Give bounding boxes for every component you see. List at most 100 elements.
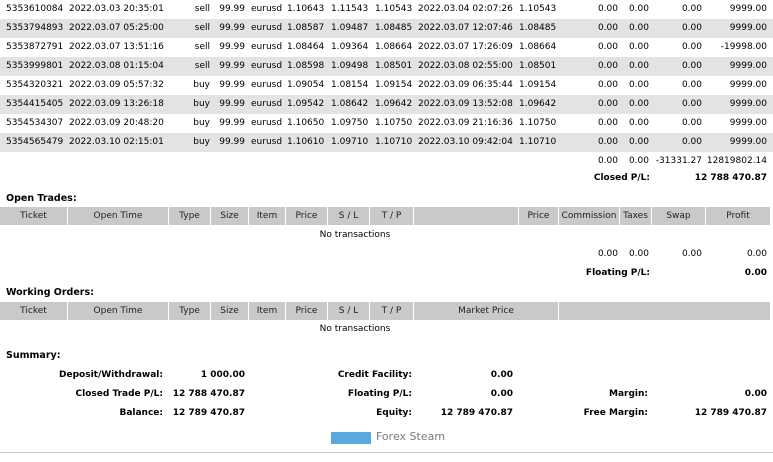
cell-stop-loss: 1.09364 [331,42,369,52]
cell-type: sell [194,23,210,33]
cell-taxes: 0.00 [628,4,649,14]
cell-profit: 9999.00 [729,137,767,147]
closed-pl-label: Closed P/L: [593,173,650,183]
cell-open-time: 2022.03.09 20:48:20 [69,118,164,128]
col-swap: Swap [652,207,706,225]
cell-ticket: 5353872791 [6,42,64,52]
col-commission: Commission [559,207,620,225]
table-row: 5353999801 2022.03.08 01:15:04 sell 99.99 eu… [0,57,773,76]
cell-item: eurusd [251,80,283,90]
working-orders-empty: No transactions [319,324,391,334]
cell-close-price: 1.09642 [519,99,557,109]
cell-swap: 0.00 [681,4,702,14]
total-swap: -31331.27 [655,156,702,166]
cell-ticket: 5354565479 [6,137,64,147]
cell-close-time: 2022.03.08 02:55:00 [418,61,513,71]
floating-pl-value: 0.00 [744,268,767,278]
cell-item: eurusd [251,4,283,14]
cell-take-profit: 1.09642 [375,99,413,109]
wo-col-type: Type [169,302,211,320]
credit-label: Credit Facility: [337,370,412,380]
cell-commission: 0.00 [597,42,618,52]
cell-size: 99.99 [219,118,245,128]
summary-floating-value: 0.00 [490,389,513,399]
deposit-label: Deposit/Withdrawal: [59,370,163,380]
cell-item: eurusd [251,137,283,147]
col-tp: T / P [370,207,414,225]
table-row: 5353794893 2022.03.07 05:25:00 sell 99.99 eu… [0,19,773,38]
free-margin-label: Free Margin: [583,408,648,418]
divider [0,452,773,453]
cell-item: eurusd [251,61,283,71]
cell-taxes: 0.00 [628,137,649,147]
wo-col-item: Item [249,302,286,320]
cell-close-time: 2022.03.09 21:16:36 [418,118,513,128]
cell-size: 99.99 [219,42,245,52]
cell-commission: 0.00 [597,23,618,33]
open-total-commission: 0.00 [597,249,618,259]
closed-totals-row: 0.00 0.00 -31331.27 12819802.14 [0,152,773,171]
cell-stop-loss: 1.09498 [331,61,369,71]
legend-label: Forex Steam [376,430,446,443]
cell-commission: 0.00 [597,99,618,109]
cell-take-profit: 1.10750 [375,118,413,128]
wo-col-sl: S / L [328,302,370,320]
cell-type: buy [193,80,210,90]
col-item: Item [249,207,286,225]
cell-type: buy [193,118,210,128]
cell-close-price: 1.10710 [519,137,557,147]
open-total-taxes: 0.00 [628,249,649,259]
cell-open-time: 2022.03.09 13:26:18 [69,99,164,109]
wo-col-size: Size [211,302,249,320]
free-margin-value: 12 789 470.87 [694,408,767,418]
wo-col-blank [559,302,770,320]
margin-label: Margin: [608,389,648,399]
col-profit: Profit [726,211,750,221]
cell-type: sell [194,42,210,52]
table-row: 5354565479 2022.03.10 02:15:01 buy 99.99 eur… [0,133,773,152]
balance-value: 12 789 470.87 [172,408,245,418]
cell-open-time: 2022.03.03 20:35:01 [69,4,164,14]
cell-swap: 0.00 [681,23,702,33]
closed-pl-value: 12 788 470.87 [694,173,767,183]
cell-swap: 0.00 [681,118,702,128]
cell-ticket: 5354320321 [6,80,64,90]
cell-close-price: 1.08501 [519,61,557,71]
cell-open-time: 2022.03.10 02:15:01 [69,137,164,147]
open-total-profit: 0.00 [746,249,767,259]
open-total-swap: 0.00 [681,249,702,259]
cell-take-profit: 1.10543 [375,4,413,14]
col-price: Price [286,207,328,225]
cell-size: 99.99 [219,61,245,71]
cell-price: 1.10650 [287,118,325,128]
cell-taxes: 0.00 [628,42,649,52]
legend-swatch [331,432,371,444]
cell-size: 99.99 [219,137,245,147]
col-size: Size [211,207,249,225]
working-orders-header: Ticket Open Time Type Size Item Price S … [0,302,770,320]
summary-title: Summary: [6,350,61,361]
cell-type: buy [193,137,210,147]
cell-close-time: 2022.03.07 17:26:09 [418,42,513,52]
margin-value: 0.00 [744,389,767,399]
cell-price: 1.10643 [287,4,325,14]
cell-taxes: 0.00 [628,118,649,128]
cell-price: 1.08587 [287,23,325,33]
cell-commission: 0.00 [597,4,618,14]
table-row: 5353872791 2022.03.07 13:51:16 sell 99.99 eu… [0,38,773,57]
cell-close-time: 2022.03.09 13:52:08 [418,99,513,109]
cell-swap: 0.00 [681,99,702,109]
col-blank [414,207,519,225]
cell-type: sell [194,4,210,14]
cell-open-time: 2022.03.07 05:25:00 [69,23,164,33]
cell-close-price: 1.10750 [519,118,557,128]
table-row: 5354415405 2022.03.09 13:26:18 buy 99.99 eur… [0,95,773,114]
cell-take-profit: 1.09154 [375,80,413,90]
working-orders-title: Working Orders: [6,287,94,298]
cell-taxes: 0.00 [628,23,649,33]
col-type: Type [169,207,211,225]
cell-close-time: 2022.03.09 06:35:44 [418,80,513,90]
col-close-price: Price [519,207,559,225]
total-profit: 12819802.14 [706,156,767,166]
cell-ticket: 5353610084 [6,4,64,14]
